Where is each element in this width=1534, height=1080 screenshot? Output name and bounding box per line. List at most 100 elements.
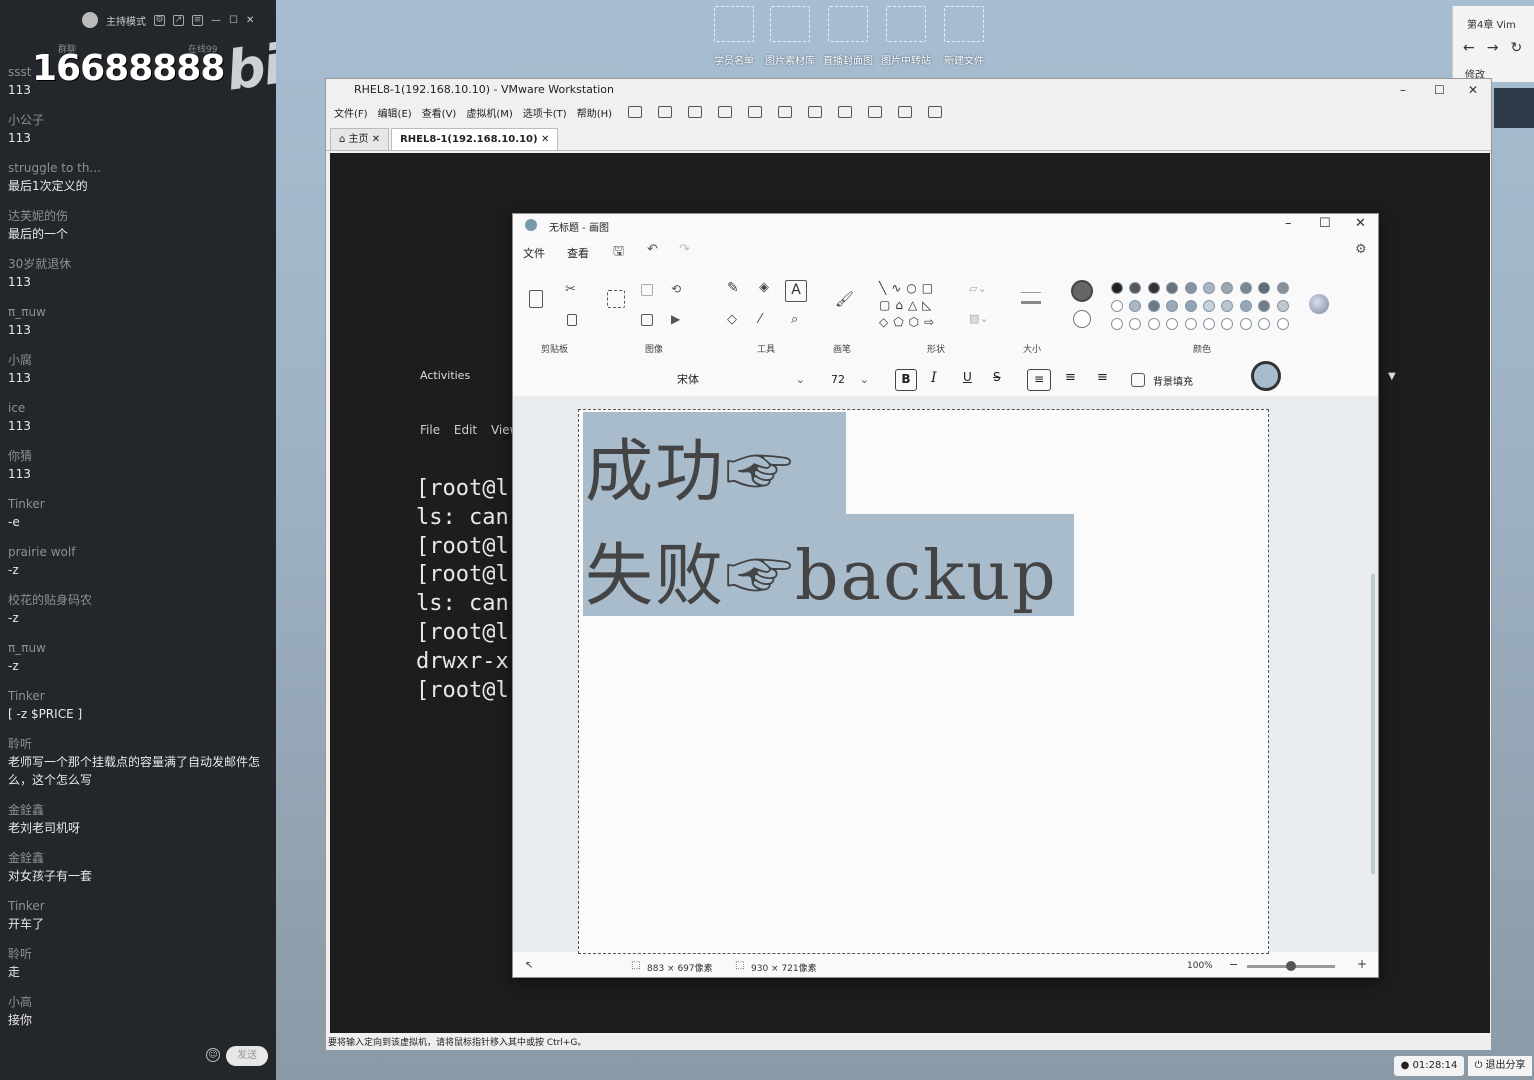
chat-username[interactable]: prairie wolf [8, 544, 268, 561]
shape-fill-icon[interactable]: ▨⌄ [969, 312, 989, 325]
undo-icon[interactable]: ↶ [647, 242, 658, 257]
redo-icon[interactable]: ↷ [679, 242, 690, 257]
align-left-button[interactable]: ≡ [1027, 369, 1051, 391]
menu-icon[interactable]: ≡ [192, 14, 203, 26]
minimize-icon[interactable]: – [1285, 216, 1292, 231]
strikethrough-button[interactable]: S [993, 370, 1001, 384]
underline-button[interactable]: U [963, 370, 972, 384]
crop-icon[interactable] [641, 284, 653, 296]
color2-swatch[interactable] [1073, 310, 1091, 328]
italic-button[interactable]: I [931, 370, 937, 386]
minimize-icon[interactable]: – [1400, 79, 1406, 101]
host-mode-label[interactable]: 主持模式 [106, 13, 146, 28]
chat-username[interactable]: 小高 [8, 994, 268, 1011]
palette-color-swatch[interactable] [1258, 300, 1271, 312]
fill-icon[interactable]: ◈ [759, 280, 769, 295]
font-size-select[interactable]: 72 ⌄ [825, 370, 869, 390]
chat-username[interactable]: π_πuw [8, 640, 268, 657]
menu-view[interactable]: 查看 [567, 245, 589, 261]
rotate-icon[interactable]: ⟲ [671, 282, 681, 296]
palette-color-swatch[interactable] [1166, 318, 1179, 330]
maximize-icon[interactable]: ☐ [229, 15, 238, 26]
desktop-shortcut-icon[interactable]: 直播封面图 [820, 6, 876, 67]
chat-username[interactable]: 聆听 [8, 736, 268, 753]
palette-color-swatch[interactable] [1258, 318, 1271, 330]
palette-color-swatch[interactable] [1239, 318, 1252, 330]
palette-color-swatch[interactable] [1166, 300, 1179, 312]
brush-icon[interactable]: 🖌 [835, 290, 854, 308]
palette-color-swatch[interactable] [1221, 318, 1234, 330]
chat-username[interactable]: 小公子 [8, 112, 268, 129]
palette-color-swatch[interactable] [1111, 282, 1123, 294]
vmware-menu-item[interactable]: 文件(F) [334, 105, 368, 120]
palette-color-swatch[interactable] [1147, 282, 1160, 294]
palette-color-swatch[interactable] [1203, 300, 1215, 312]
palette-color-swatch[interactable] [1203, 282, 1215, 294]
palette-color-swatch[interactable] [1184, 300, 1197, 312]
library-icon[interactable] [778, 106, 793, 118]
palette-color-swatch[interactable] [1276, 318, 1289, 330]
restore-icon[interactable] [718, 106, 733, 118]
paste-icon[interactable] [529, 290, 543, 308]
chat-username[interactable]: Tinker [8, 496, 268, 513]
align-center-button[interactable]: ≡ [1065, 370, 1076, 385]
palette-color-swatch[interactable] [1221, 300, 1234, 312]
font-family-select[interactable]: 宋体 ⌄ [673, 370, 805, 390]
maximize-icon[interactable]: ☐ [1319, 216, 1331, 231]
stretch-icon[interactable] [928, 106, 943, 118]
edit-colors-icon[interactable] [1309, 294, 1329, 314]
palette-color-swatch[interactable] [1276, 300, 1289, 312]
palette-color-swatch[interactable] [1129, 300, 1142, 312]
color1-swatch[interactable] [1071, 280, 1093, 302]
vmware-menu-item[interactable]: 虚拟机(M) [466, 105, 512, 120]
vmware-menu-item[interactable]: 选项卡(T) [523, 105, 567, 120]
select-icon[interactable] [607, 290, 625, 308]
fullscreen-icon[interactable] [838, 106, 853, 118]
background-fill-checkbox[interactable] [1131, 373, 1145, 387]
chat-username[interactable]: 校花的贴身码农 [8, 592, 268, 609]
resize-icon[interactable] [641, 314, 653, 326]
palette-color-swatch[interactable] [1221, 282, 1234, 294]
unity-icon[interactable] [868, 106, 883, 118]
minimize-icon[interactable]: — [211, 15, 221, 26]
palette-color-swatch[interactable] [1129, 282, 1142, 294]
chat-username[interactable]: 金銓鑫 [8, 850, 268, 867]
palette-color-swatch[interactable] [1239, 300, 1252, 312]
maximize-icon[interactable]: ☐ [1434, 79, 1445, 101]
color-picker-icon[interactable]: ⁄ [759, 312, 761, 327]
manage-snapshots-icon[interactable] [748, 106, 763, 118]
text-tool-icon[interactable]: A [785, 280, 807, 302]
size-icon[interactable] [1021, 292, 1041, 304]
palette-color-swatch[interactable] [1111, 300, 1123, 312]
chat-username[interactable]: 聆听 [8, 946, 268, 963]
single-view-icon[interactable] [808, 106, 823, 118]
chat-username[interactable]: 你猜 [8, 448, 268, 465]
drawing-canvas[interactable]: 成功☞ 失败☞backup [578, 409, 1269, 954]
emoji-icon[interactable]: ☺ [206, 1048, 220, 1062]
tab-vm[interactable]: RHEL8-1(192.168.10.10) ✕ [391, 128, 559, 150]
chat-username[interactable]: Tinker [8, 688, 268, 705]
vmware-menu-item[interactable]: 帮助(H) [577, 105, 612, 120]
copy-icon[interactable] [567, 314, 577, 326]
chat-username[interactable]: 金銓鑫 [8, 802, 268, 819]
outline-icon[interactable]: ▱⌄ [969, 282, 987, 295]
desktop-shortcut-icon[interactable]: 图片素材库 [762, 6, 818, 67]
palette-color-swatch[interactable] [1111, 318, 1123, 330]
browser-nav-icons[interactable]: ←→↻ [1463, 40, 1534, 56]
settings-icon[interactable]: ⚙ [1355, 242, 1367, 257]
vmware-menu-item[interactable]: 查看(V) [422, 105, 457, 120]
desktop-shortcut-icon[interactable]: 图片中转站 [878, 6, 934, 67]
palette-color-swatch[interactable] [1239, 282, 1252, 294]
send-button[interactable]: 发送 [226, 1046, 268, 1066]
terminal-menu[interactable]: File Edit View [420, 423, 519, 437]
palette-color-swatch[interactable] [1276, 282, 1289, 294]
zoom-out-icon[interactable]: − [1229, 958, 1238, 971]
zoom-slider-thumb[interactable] [1286, 961, 1296, 971]
eraser-icon[interactable]: ◇ [727, 312, 737, 327]
palette-color-swatch[interactable] [1203, 318, 1215, 330]
magnifier-icon[interactable]: ⌕ [791, 312, 798, 327]
close-icon[interactable]: ✕ [1355, 216, 1366, 231]
menu-file[interactable]: 文件 [523, 245, 545, 261]
chat-username[interactable]: ice [8, 400, 268, 417]
shapes-gallery[interactable]: ╲∿○□ ▢⌂△◺ ◇⬠⬡⇨ [879, 280, 955, 331]
